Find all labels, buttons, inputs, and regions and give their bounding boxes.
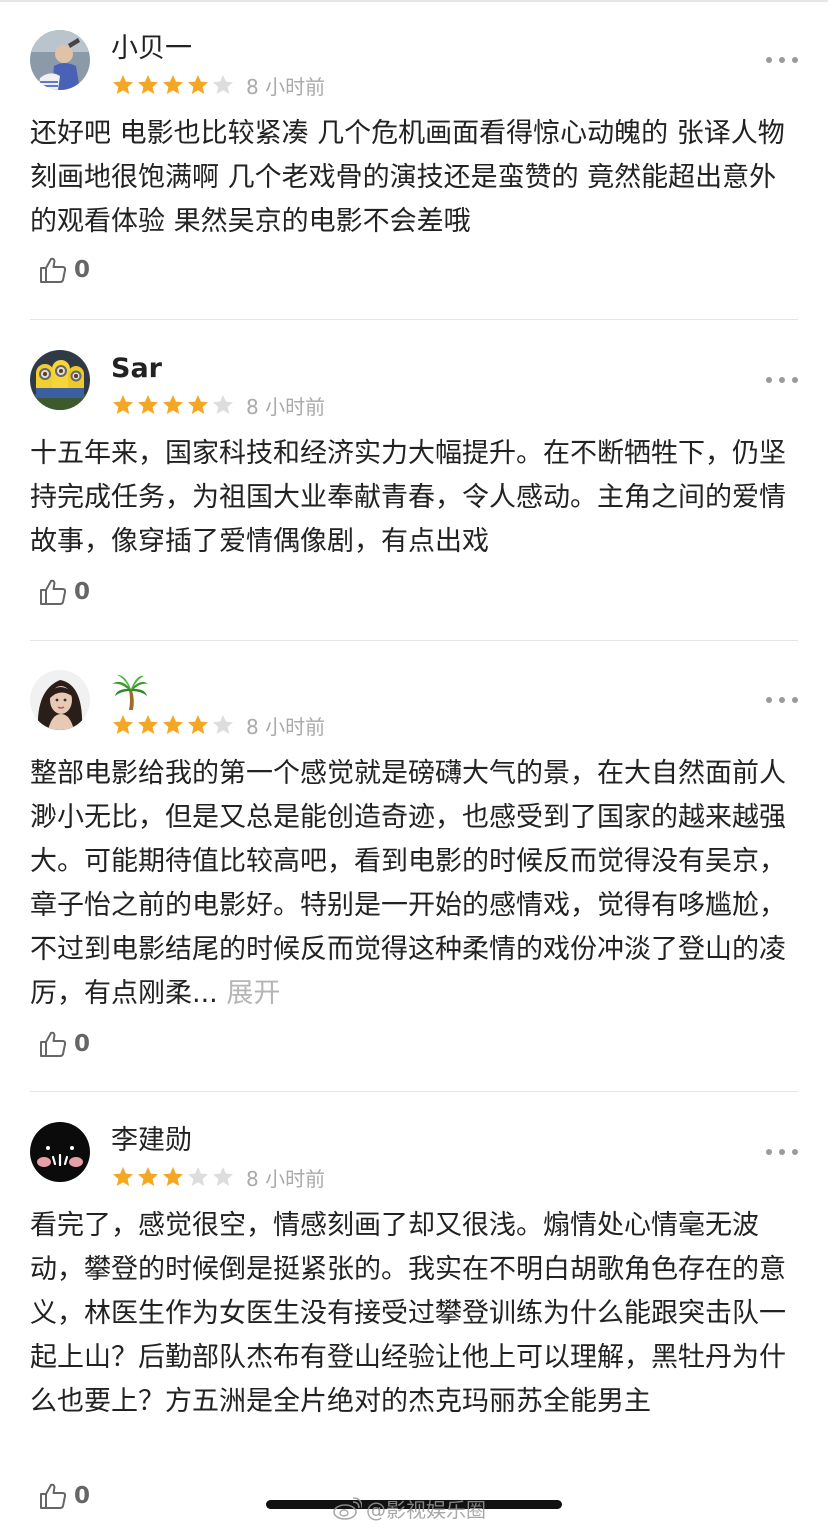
user-avatar[interactable] <box>30 350 90 410</box>
more-options-button[interactable] <box>766 1142 798 1162</box>
review-content: 整部电影给我的第一个感觉就是磅礴大气的景，在大自然面前人渺小无比，但是又总是能创… <box>30 752 800 1016</box>
user-avatar[interactable] <box>30 30 90 90</box>
review-time: 8 小时前 <box>246 1166 326 1191</box>
star-empty-icon <box>213 395 233 414</box>
stars <box>111 393 236 417</box>
review-card: Sar 8 小时前 十五年来，国家科技和经济实力大幅提升。在不断牺牲下，仍坚持完… <box>0 320 828 641</box>
thumbs-up-icon <box>40 1483 67 1509</box>
more-dot-icon <box>779 377 785 383</box>
star-filled-icon <box>113 1167 133 1186</box>
star-empty-icon <box>188 1167 208 1186</box>
more-options-button[interactable] <box>766 690 798 710</box>
review-time: 8 小时前 <box>246 74 326 99</box>
star-filled-icon <box>113 395 133 414</box>
star-filled-icon <box>113 715 133 734</box>
like-count: 0 <box>74 1031 91 1057</box>
stars <box>111 1165 236 1189</box>
like-button[interactable]: 0 <box>38 254 90 286</box>
like-button[interactable]: 0 <box>38 1480 90 1512</box>
expand-link[interactable]: 展开 <box>226 978 280 1009</box>
star-filled-icon <box>138 715 158 734</box>
star-rating: 8 小时前 <box>111 392 326 419</box>
more-dot-icon <box>792 377 798 383</box>
review-content: 看完了，感觉很空，情感刻画了却又很浅。煽情处心情毫无波动，攀登的时候倒是挺紧张的… <box>30 1204 800 1424</box>
like-count: 0 <box>74 1483 91 1509</box>
user-avatar-photo <box>30 30 90 90</box>
star-empty-icon <box>213 715 233 734</box>
more-dot-icon <box>766 1149 772 1155</box>
review-text: 还好吧 电影也比较紧凑 几个危机画面看得惊心动魄的 张译人物刻画地很饱满啊 几个… <box>30 118 785 237</box>
woman-portrait-avatar <box>30 670 90 730</box>
star-rating: 8 小时前 <box>111 1164 326 1191</box>
palm-tree-icon <box>111 674 149 710</box>
star-filled-icon <box>163 1167 183 1186</box>
review-card: 8 小时前 整部电影给我的第一个感觉就是磅礴大气的景，在大自然面前人渺小无比，但… <box>0 640 828 1092</box>
more-dot-icon <box>779 57 785 63</box>
like-button[interactable]: 0 <box>38 576 90 608</box>
more-dot-icon <box>766 57 772 63</box>
review-content: 还好吧 电影也比较紧凑 几个危机画面看得惊心动魄的 张译人物刻画地很饱满啊 几个… <box>30 112 800 244</box>
star-rating: 8 小时前 <box>111 72 326 99</box>
star-filled-icon <box>138 395 158 414</box>
star-filled-icon <box>163 715 183 734</box>
star-filled-icon <box>188 75 208 94</box>
more-options-button[interactable] <box>766 370 798 390</box>
star-filled-icon <box>188 395 208 414</box>
star-filled-icon <box>163 395 183 414</box>
stars <box>111 73 236 97</box>
more-dot-icon <box>792 1149 798 1155</box>
like-count: 0 <box>74 579 91 605</box>
review-time: 8 小时前 <box>246 714 326 739</box>
username[interactable]: 小贝一 <box>111 32 192 66</box>
more-dot-icon <box>792 697 798 703</box>
review-card: 李建勋 8 小时前 看完了，感觉很空，情感刻画了却又很浅。煽情处心情毫无波动，攀… <box>0 1092 828 1528</box>
thumbs-up-icon <box>40 579 67 605</box>
star-filled-icon <box>188 715 208 734</box>
thumbs-up-icon <box>40 1031 67 1057</box>
minions-avatar <box>30 350 90 410</box>
username[interactable] <box>111 672 149 710</box>
review-card: 小贝一 8 小时前 还好吧 电影也比较紧凑 几个危机画面看得惊心动魄的 张译人物… <box>0 0 828 320</box>
more-options-button[interactable] <box>766 50 798 70</box>
username[interactable]: Sar <box>111 352 162 386</box>
star-rating: 8 小时前 <box>111 712 326 739</box>
username[interactable]: 李建勋 <box>111 1124 192 1158</box>
user-avatar[interactable] <box>30 1122 90 1182</box>
more-dot-icon <box>779 697 785 703</box>
user-avatar[interactable] <box>30 670 90 730</box>
star-empty-icon <box>213 75 233 94</box>
review-text: 十五年来，国家科技和经济实力大幅提升。在不断牺牲下，仍坚持完成任务，为祖国大业奉… <box>30 438 786 557</box>
weibo-logo-icon <box>333 1496 362 1520</box>
more-dot-icon <box>792 57 798 63</box>
review-time: 8 小时前 <box>246 394 326 419</box>
review-text: 整部电影给我的第一个感觉就是磅礴大气的景，在大自然面前人渺小无比，但是又总是能创… <box>30 758 786 1009</box>
star-filled-icon <box>163 75 183 94</box>
star-filled-icon <box>138 75 158 94</box>
like-count: 0 <box>74 257 91 283</box>
stars <box>111 713 236 737</box>
review-text: 看完了，感觉很空，情感刻画了却又很浅。煽情处心情毫无波动，攀登的时候倒是挺紧张的… <box>30 1210 786 1417</box>
more-dot-icon <box>766 377 772 383</box>
review-content: 十五年来，国家科技和经济实力大幅提升。在不断牺牲下，仍坚持完成任务，为祖国大业奉… <box>30 432 800 564</box>
like-button[interactable]: 0 <box>38 1028 90 1060</box>
star-empty-icon <box>213 1167 233 1186</box>
black-face-avatar <box>30 1122 90 1182</box>
star-filled-icon <box>138 1167 158 1186</box>
more-dot-icon <box>766 697 772 703</box>
star-filled-icon <box>113 75 133 94</box>
watermark-text: @影视娱乐圈 <box>366 1498 486 1522</box>
watermark: @影视娱乐圈 <box>332 1494 486 1523</box>
more-dot-icon <box>779 1149 785 1155</box>
thumbs-up-icon <box>40 257 67 283</box>
